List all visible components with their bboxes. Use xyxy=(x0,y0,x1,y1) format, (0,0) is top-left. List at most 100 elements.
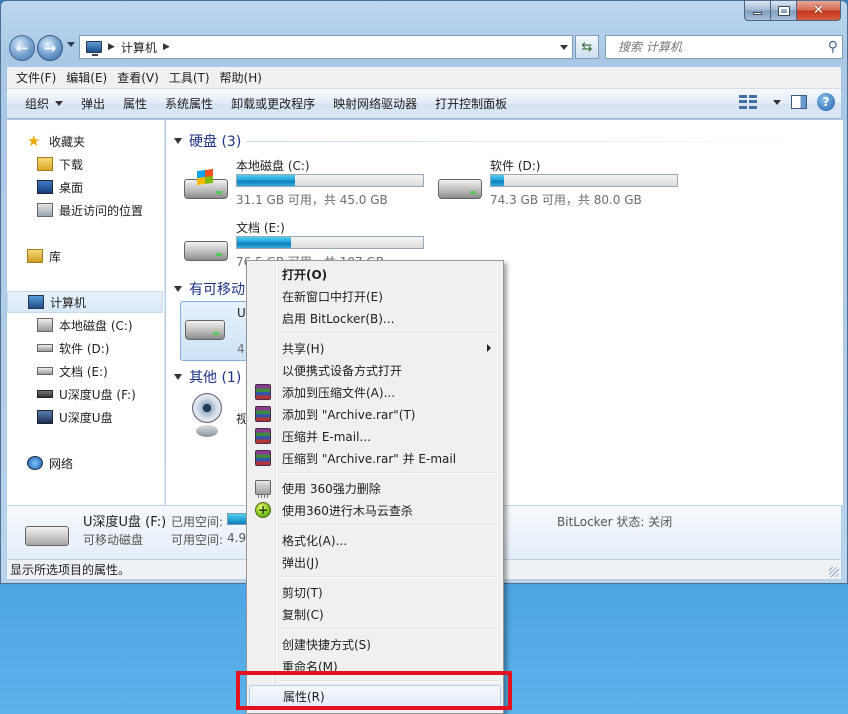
usb-drive-icon xyxy=(185,320,225,340)
breadcrumb-computer[interactable]: 计算机 xyxy=(121,39,157,56)
menu-label: 使用360进行木马云查杀 xyxy=(282,503,413,518)
forward-button[interactable]: → xyxy=(37,35,63,61)
sidebar-item-usb[interactable]: U深度U盘 xyxy=(7,406,163,428)
drive-usage-fill xyxy=(237,237,291,248)
menu-item-add-archive-rar[interactable]: 添加到 "Archive.rar"(T) xyxy=(249,403,501,425)
search-box[interactable]: ⚲ xyxy=(605,35,843,59)
sidebar-label: 收藏夹 xyxy=(49,134,86,149)
breadcrumb-arrow-icon[interactable]: ▶ xyxy=(163,42,170,52)
menu-separator xyxy=(280,524,499,526)
maximize-button[interactable] xyxy=(771,1,797,21)
map-network-drive-button[interactable]: 映射网络驱动器 xyxy=(324,92,426,116)
sidebar-item-downloads[interactable]: 下载 xyxy=(7,153,163,175)
menu-label: 添加到 "Archive.rar"(T) xyxy=(282,407,416,422)
address-dropdown-icon[interactable] xyxy=(560,45,568,50)
sidebar-item-drive-c[interactable]: 本地磁盘 (C:) xyxy=(7,314,163,336)
uninstall-program-button[interactable]: 卸载或更改程序 xyxy=(222,92,324,116)
help-icon[interactable]: ? xyxy=(817,93,835,111)
360-security-icon: + xyxy=(255,502,271,518)
menu-label: 在新窗口中打开(E) xyxy=(282,289,383,304)
view-options-dropdown-icon[interactable] xyxy=(773,99,781,105)
menu-item-create-shortcut[interactable]: 创建快捷方式(S) xyxy=(249,633,501,655)
menu-item-open-new-window[interactable]: 在新窗口中打开(E) xyxy=(249,285,501,307)
organize-button[interactable]: 组织 xyxy=(7,92,72,116)
menu-item-cut[interactable]: 剪切(T) xyxy=(249,581,501,603)
search-input[interactable] xyxy=(616,39,816,55)
details-drive-name: U深度U盘 (F:) xyxy=(83,515,167,530)
group-divider xyxy=(246,141,836,142)
sidebar-label: 库 xyxy=(49,249,62,264)
group-title: 有可移动 xyxy=(189,282,245,298)
webcam-icon[interactable] xyxy=(190,393,226,443)
sidebar-item-desktop[interactable]: 桌面 xyxy=(7,176,163,198)
drive-item-c[interactable]: 本地磁盘 (C:) 31.1 GB 可用，共 45.0 GB xyxy=(180,157,430,211)
drive-item-d[interactable]: 软件 (D:) 74.3 GB 可用，共 80.0 GB xyxy=(434,157,684,211)
search-icon[interactable]: ⚲ xyxy=(828,39,838,55)
sidebar-item-computer[interactable]: 计算机 xyxy=(7,291,163,313)
refresh-button[interactable]: ⇆ xyxy=(575,35,599,59)
menu-bar: 文件(F) 编辑(E) 查看(V) 工具(T) 帮助(H) xyxy=(7,67,841,89)
menu-label: 打开(O) xyxy=(282,267,328,282)
menu-item-open[interactable]: 打开(O) xyxy=(249,263,501,285)
menu-item-copy[interactable]: 复制(C) xyxy=(249,603,501,625)
sidebar-label: 本地磁盘 (C:) xyxy=(59,318,133,333)
collapse-arrow-icon xyxy=(174,286,182,292)
menu-label: 创建快捷方式(S) xyxy=(282,637,371,652)
details-free-label: 可用空间: xyxy=(171,533,224,547)
sidebar-label: 计算机 xyxy=(50,295,87,310)
collapse-arrow-icon xyxy=(174,138,182,144)
system-properties-button[interactable]: 系统属性 xyxy=(156,92,222,116)
sidebar-item-drive-e[interactable]: 文档 (E:) xyxy=(7,360,163,382)
menu-label: 启用 BitLocker(B)... xyxy=(282,311,395,326)
properties-button[interactable]: 属性 xyxy=(114,92,156,116)
recent-pages-dropdown[interactable] xyxy=(67,42,75,47)
menu-item-compress-rar-email[interactable]: 压缩到 "Archive.rar" 并 E-mail xyxy=(249,447,501,469)
menu-item-open-portable[interactable]: 以便携式设备方式打开 xyxy=(249,359,501,381)
menu-help[interactable]: 帮助(H) xyxy=(215,69,267,86)
menu-item-format[interactable]: 格式化(A)... xyxy=(249,529,501,551)
group-title: 硬盘 (3) xyxy=(189,134,242,150)
system-drive-icon xyxy=(184,168,228,199)
menu-item-eject[interactable]: 弹出(J) xyxy=(249,551,501,573)
sidebar-item-drive-f[interactable]: U深度U盘 (F:) xyxy=(7,383,163,405)
sidebar-item-network[interactable]: 网络 xyxy=(7,452,163,474)
preview-pane-icon[interactable] xyxy=(791,95,807,109)
menu-label: 弹出(J) xyxy=(282,555,319,570)
maximize-icon xyxy=(777,5,790,16)
eject-button[interactable]: 弹出 xyxy=(72,92,114,116)
sidebar-label: 最近访问的位置 xyxy=(59,203,144,218)
menu-view[interactable]: 查看(V) xyxy=(112,69,164,86)
menu-item-360-trojan-scan[interactable]: + 使用360进行木马云查杀 xyxy=(249,499,501,521)
back-button[interactable]: ← xyxy=(9,35,35,61)
menu-file[interactable]: 文件(F) xyxy=(11,69,61,86)
menu-tools[interactable]: 工具(T) xyxy=(164,69,215,86)
menu-label: 添加到压缩文件(A)... xyxy=(282,385,396,400)
open-control-panel-button[interactable]: 打开控制面板 xyxy=(426,92,516,116)
collapse-arrow-icon xyxy=(174,374,182,380)
menu-item-compress-email[interactable]: 压缩并 E-mail... xyxy=(249,425,501,447)
menu-item-add-archive[interactable]: 添加到压缩文件(A)... xyxy=(249,381,501,403)
menu-item-share[interactable]: 共享(H) xyxy=(249,337,501,359)
minimize-button[interactable] xyxy=(744,1,771,21)
breadcrumb-arrow-icon[interactable]: ▶ xyxy=(108,42,115,52)
drive-name: 本地磁盘 (C:) xyxy=(236,159,310,173)
address-bar[interactable]: ▶ 计算机 ▶ xyxy=(79,35,573,59)
sidebar-item-favorites[interactable]: ★ 收藏夹 xyxy=(7,130,163,152)
drive-usage-fill xyxy=(237,175,295,186)
group-header-removable[interactable]: 有可移动 xyxy=(174,279,245,299)
sidebar-item-drive-d[interactable]: 软件 (D:) xyxy=(7,337,163,359)
status-text: 显示所选项目的属性。 xyxy=(10,563,131,577)
menu-item-bitlocker[interactable]: 启用 BitLocker(B)... xyxy=(249,307,501,329)
change-view-icon[interactable] xyxy=(739,95,757,109)
menu-item-360-force-delete[interactable]: 使用 360强力删除 xyxy=(249,477,501,499)
sidebar-item-libraries[interactable]: 库 xyxy=(7,245,163,267)
menu-edit[interactable]: 编辑(E) xyxy=(61,69,112,86)
refresh-icon: ⇆ xyxy=(581,39,593,55)
sidebar-label: U深度U盘 (F:) xyxy=(59,387,136,402)
sidebar-item-recent[interactable]: 最近访问的位置 xyxy=(7,199,163,221)
resize-grip-icon[interactable] xyxy=(829,567,839,577)
removable-drive-item[interactable]: U 4. xyxy=(180,301,250,361)
close-button[interactable]: ✕ xyxy=(797,1,841,21)
group-header-hard-disks[interactable]: 硬盘 (3) xyxy=(174,131,241,151)
group-header-other[interactable]: 其他 (1) xyxy=(174,367,241,387)
